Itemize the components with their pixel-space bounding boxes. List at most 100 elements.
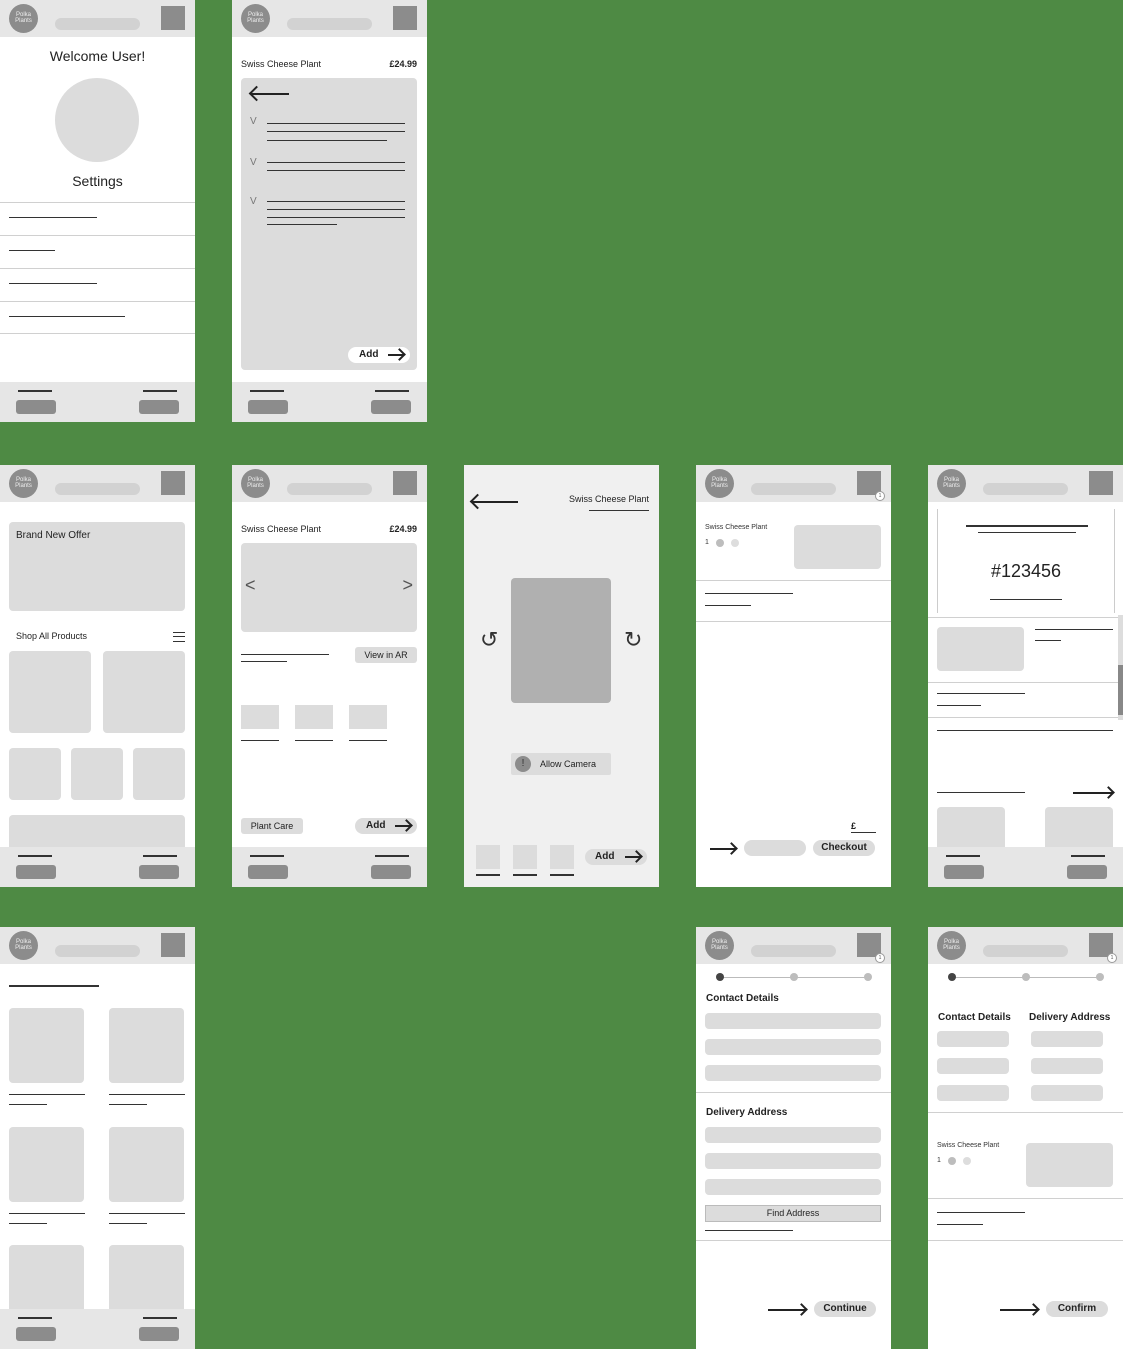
- nav-button-right[interactable]: [139, 865, 179, 879]
- cart-icon[interactable]: [161, 471, 185, 495]
- logo[interactable]: Polka Plants: [241, 469, 270, 498]
- ar-plant-preview[interactable]: [511, 578, 611, 703]
- allow-camera-button[interactable]: ! Allow Camera: [511, 753, 611, 775]
- chevron-down-icon[interactable]: V: [250, 116, 257, 127]
- product-tile[interactable]: [9, 1008, 84, 1083]
- address-field[interactable]: [705, 1179, 881, 1195]
- product-tile[interactable]: [103, 651, 185, 733]
- search-bar[interactable]: [55, 945, 140, 957]
- nav-button-left[interactable]: [944, 865, 984, 879]
- settings-option-3[interactable]: [9, 283, 97, 284]
- product-tile[interactable]: [71, 748, 123, 800]
- increase-qty-icon[interactable]: [963, 1157, 971, 1165]
- product-tile[interactable]: [109, 1127, 184, 1202]
- increase-qty-icon[interactable]: [731, 539, 739, 547]
- nav-button-left[interactable]: [16, 400, 56, 414]
- product-tile[interactable]: [9, 748, 61, 800]
- add-button[interactable]: Add: [585, 849, 647, 865]
- settings-option-4[interactable]: [9, 316, 125, 317]
- logo[interactable]: Polka Plants: [9, 4, 38, 33]
- continue-button[interactable]: Continue: [814, 1301, 876, 1317]
- settings-option-2[interactable]: [9, 250, 55, 251]
- arrow-right-icon[interactable]: [1073, 792, 1113, 794]
- cart-icon[interactable]: [393, 6, 417, 30]
- variant-option[interactable]: [295, 705, 333, 729]
- checkout-button[interactable]: Checkout: [813, 840, 875, 856]
- nav-button-left[interactable]: [16, 1327, 56, 1341]
- search-bar[interactable]: [287, 483, 372, 495]
- nav-button-right[interactable]: [139, 1327, 179, 1341]
- view-in-ar-button[interactable]: View in AR: [355, 647, 417, 663]
- chevron-down-icon[interactable]: V: [250, 196, 257, 207]
- address-field[interactable]: [705, 1153, 881, 1169]
- cart-icon[interactable]: [1089, 471, 1113, 495]
- warning-icon: !: [515, 756, 531, 772]
- nav-button-left[interactable]: [248, 400, 288, 414]
- product-tile[interactable]: [9, 651, 91, 733]
- search-bar[interactable]: [287, 18, 372, 30]
- ar-variant-thumb[interactable]: [550, 845, 574, 869]
- promo-field[interactable]: [744, 840, 806, 856]
- cart-count-badge: 1: [1107, 953, 1117, 963]
- scrollbar-thumb[interactable]: [1118, 665, 1123, 715]
- logo[interactable]: Polka Plants: [705, 931, 734, 960]
- decrease-qty-icon[interactable]: [716, 539, 724, 547]
- contact-field[interactable]: [705, 1065, 881, 1081]
- contact-field[interactable]: [705, 1039, 881, 1055]
- search-bar[interactable]: [983, 945, 1068, 957]
- scrollbar[interactable]: [1118, 615, 1123, 720]
- ar-variant-thumb[interactable]: [476, 845, 500, 869]
- product-tile[interactable]: [109, 1008, 184, 1083]
- rotate-left-icon[interactable]: ↺: [480, 627, 498, 653]
- cart-icon[interactable]: [393, 471, 417, 495]
- add-button[interactable]: Add: [355, 818, 417, 834]
- settings-option-1[interactable]: [9, 217, 97, 218]
- chevron-down-icon[interactable]: V: [250, 157, 257, 168]
- suggested-product[interactable]: [937, 807, 1005, 852]
- product-tile[interactable]: [133, 748, 185, 800]
- footer-nav: [0, 382, 195, 422]
- nav-button-right[interactable]: [139, 400, 179, 414]
- search-bar[interactable]: [751, 483, 836, 495]
- logo[interactable]: Polka Plants: [937, 469, 966, 498]
- variant-option[interactable]: [241, 705, 279, 729]
- avatar[interactable]: [55, 78, 139, 162]
- logo[interactable]: Polka Plants: [937, 931, 966, 960]
- address-field[interactable]: [705, 1127, 881, 1143]
- logo[interactable]: Polka Plants: [9, 931, 38, 960]
- image-carousel[interactable]: < >: [241, 543, 417, 632]
- back-arrow-icon[interactable]: [472, 501, 518, 503]
- variant-option[interactable]: [349, 705, 387, 729]
- carousel-next-icon[interactable]: >: [402, 575, 413, 596]
- search-bar[interactable]: [55, 18, 140, 30]
- logo[interactable]: Polka Plants: [9, 469, 38, 498]
- suggested-product[interactable]: [1045, 807, 1113, 852]
- back-arrow-icon[interactable]: [251, 93, 289, 95]
- logo[interactable]: Polka Plants: [241, 4, 270, 33]
- logo[interactable]: Polka Plants: [705, 469, 734, 498]
- find-address-button[interactable]: Find Address: [705, 1205, 881, 1222]
- confirm-button[interactable]: Confirm: [1046, 1301, 1108, 1317]
- nav-button-right[interactable]: [371, 400, 411, 414]
- search-bar[interactable]: [751, 945, 836, 957]
- confirm-screen: Polka Plants 1 Contact Details Delivery …: [928, 927, 1123, 1349]
- search-bar[interactable]: [55, 483, 140, 495]
- decrease-qty-icon[interactable]: [948, 1157, 956, 1165]
- ar-variant-thumb[interactable]: [513, 845, 537, 869]
- rotate-right-icon[interactable]: ↻: [624, 627, 642, 653]
- nav-button-right[interactable]: [1067, 865, 1107, 879]
- nav-button-left[interactable]: [16, 865, 56, 879]
- cart-icon[interactable]: [161, 933, 185, 957]
- contact-field[interactable]: [705, 1013, 881, 1029]
- nav-button-left[interactable]: [248, 865, 288, 879]
- search-bar[interactable]: [983, 483, 1068, 495]
- product-tile[interactable]: [9, 1127, 84, 1202]
- cart-icon[interactable]: [161, 6, 185, 30]
- offer-banner[interactable]: Brand New Offer: [9, 522, 185, 611]
- nav-button-right[interactable]: [371, 865, 411, 879]
- add-button[interactable]: Add: [348, 347, 410, 363]
- carousel-prev-icon[interactable]: <: [245, 575, 256, 596]
- contact-details-heading: Contact Details: [706, 993, 779, 1004]
- plant-care-button[interactable]: Plant Care: [241, 818, 303, 834]
- menu-icon[interactable]: [173, 632, 185, 642]
